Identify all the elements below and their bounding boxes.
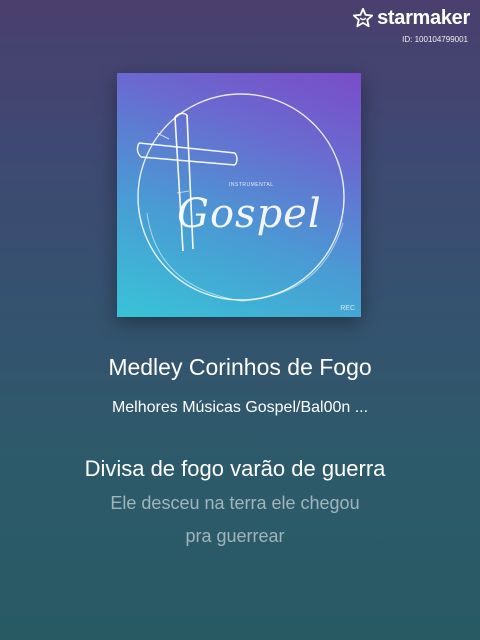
- song-artist[interactable]: Melhores Músicas Gospel/Bal00n ...: [0, 399, 480, 417]
- cover-subtitle: INSTRUMENTAL: [229, 182, 274, 188]
- recording-id: ID: 100104799001: [402, 35, 468, 44]
- starmaker-watermark: starmaker ID: 100104799001: [330, 6, 470, 46]
- lyric-next-line: Ele desceu na terra ele chegou: [110, 493, 360, 513]
- album-cover: INSTRUMENTAL Gospel REC: [117, 73, 361, 317]
- star-logo-icon: [352, 7, 374, 28]
- starmaker-logo: starmaker: [352, 6, 470, 30]
- cover-corner-tag: REC: [340, 305, 355, 312]
- starmaker-brand-text: starmaker: [377, 6, 470, 29]
- song-title: Medley Corinhos de Fogo: [108, 354, 372, 380]
- lyric-next-line-2: pra guerrear: [185, 526, 285, 546]
- lyric-current-line: Divisa de fogo varão de guerra: [84, 456, 386, 481]
- cover-logo-text: Gospel: [177, 191, 322, 237]
